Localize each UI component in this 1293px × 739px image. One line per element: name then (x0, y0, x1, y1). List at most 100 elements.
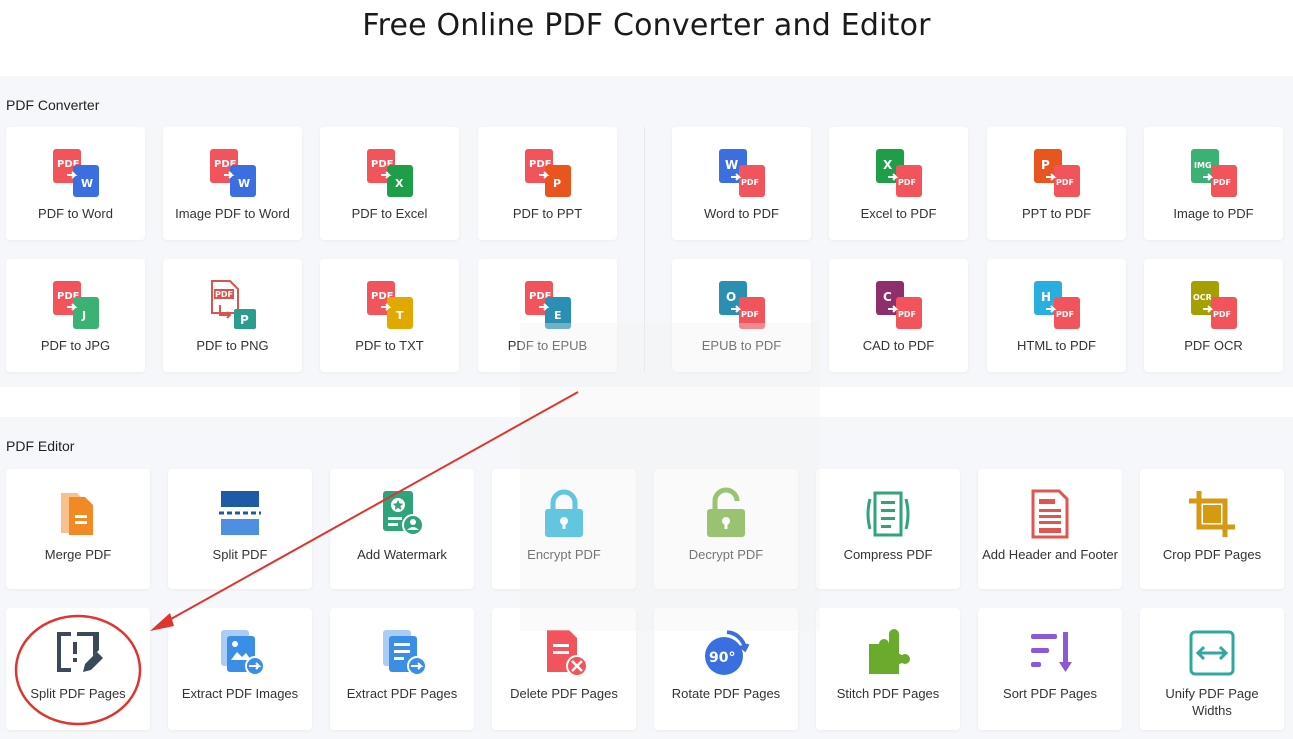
split-icon (213, 487, 267, 541)
card-epub-to-pdf[interactable]: O PDF EPUB to PDF (672, 259, 811, 372)
card-label: PDF to PNG (196, 338, 269, 353)
image-pdf-to-word-icon: PDF W (206, 147, 260, 201)
svg-text:H: H (1041, 290, 1051, 304)
image-to-pdf-icon: IMG PDF (1187, 147, 1241, 201)
svg-text:90°: 90° (709, 650, 735, 666)
card-split-pdf-pages[interactable]: Split PDF Pages (6, 608, 150, 730)
card-label: PDF to PPT (512, 206, 583, 221)
card-label: Merge PDF (44, 547, 112, 562)
crop-icon (1185, 487, 1239, 541)
card-pdf-to-png[interactable]: PDF P PDF to PNG (163, 259, 302, 372)
compress-icon (861, 487, 915, 541)
card-label: Delete PDF Pages (510, 686, 618, 701)
page-title: Free Online PDF Converter and Editor (362, 8, 931, 43)
svg-text:PDF: PDF (215, 290, 233, 299)
svg-text:PDF: PDF (1056, 310, 1074, 319)
card-ppt-to-pdf[interactable]: P PDF PPT to PDF (987, 127, 1126, 240)
card-sort-pdf-pages[interactable]: Sort PDF Pages (978, 608, 1122, 730)
card-extract-pdf-pages[interactable]: Extract PDF Pages (330, 608, 474, 730)
card-html-to-pdf[interactable]: H PDF HTML to PDF (987, 259, 1126, 372)
svg-text:P: P (1041, 158, 1050, 172)
card-stitch-pdf-pages[interactable]: Stitch PDF Pages (816, 608, 960, 730)
card-split-pdf[interactable]: Split PDF (168, 469, 312, 589)
card-image-pdf-to-word[interactable]: PDF W Image PDF to Word (163, 127, 302, 240)
pdf-to-ppt-icon: PDF P (521, 147, 575, 201)
converter-divider (644, 127, 645, 372)
card-label: Excel to PDF (860, 206, 937, 221)
svg-text:IMG: IMG (1194, 161, 1212, 170)
pdf-to-epub-icon: PDF E (521, 279, 575, 333)
card-excel-to-pdf[interactable]: X PDF Excel to PDF (829, 127, 968, 240)
svg-text:X: X (883, 158, 893, 172)
svg-text:PDF: PDF (898, 178, 916, 187)
svg-text:P: P (553, 177, 561, 190)
card-label: Extract PDF Pages (346, 686, 458, 701)
pdf-to-png-icon: PDF P (206, 279, 260, 333)
svg-text:PDF: PDF (741, 178, 759, 187)
card-label: Word to PDF (704, 206, 779, 221)
card-label: Rotate PDF Pages (671, 686, 781, 701)
svg-text:W: W (81, 177, 93, 190)
card-unify-pdf-page-widths[interactable]: Unify PDF Page Widths (1140, 608, 1284, 730)
sort-icon (1023, 626, 1077, 680)
card-image-to-pdf[interactable]: IMG PDF Image to PDF (1144, 127, 1283, 240)
card-label: PPT to PDF (1021, 206, 1092, 221)
card-pdf-to-epub[interactable]: PDF E PDF to EPUB (478, 259, 617, 372)
unlock-icon (699, 487, 753, 541)
svg-text:J: J (81, 309, 86, 322)
card-pdf-to-word[interactable]: PDF W PDF to Word (6, 127, 145, 240)
merge-icon (51, 487, 105, 541)
lock-icon (537, 487, 591, 541)
card-label: Split PDF (212, 547, 268, 562)
split-pages-icon (51, 626, 105, 680)
epub-to-pdf-icon: O PDF (715, 279, 769, 333)
card-label: Encrypt PDF (527, 547, 601, 562)
pdf-ocr-icon: OCR PDF (1187, 279, 1241, 333)
card-label: CAD to PDF (862, 338, 935, 353)
card-merge-pdf[interactable]: Merge PDF (6, 469, 150, 589)
delete-pages-icon (537, 626, 591, 680)
svg-text:C: C (883, 290, 892, 304)
card-pdf-to-jpg[interactable]: PDF J PDF to JPG (6, 259, 145, 372)
card-label: PDF OCR (1184, 338, 1243, 353)
watermark-icon (375, 487, 429, 541)
card-extract-pdf-images[interactable]: Extract PDF Images (168, 608, 312, 730)
card-label: Split PDF Pages (30, 686, 126, 701)
card-label: Image PDF to Word (175, 206, 290, 221)
card-label: HTML to PDF (1017, 338, 1096, 353)
pdf-to-jpg-icon: PDF J (49, 279, 103, 333)
card-delete-pdf-pages[interactable]: Delete PDF Pages (492, 608, 636, 730)
card-label: Unify PDF Page Widths (1165, 686, 1259, 718)
card-pdf-to-excel[interactable]: PDF X PDF to Excel (320, 127, 459, 240)
card-compress-pdf[interactable]: Compress PDF (816, 469, 960, 589)
card-rotate-pdf-pages[interactable]: 90° Rotate PDF Pages (654, 608, 798, 730)
svg-text:T: T (396, 309, 404, 322)
svg-text:O: O (726, 290, 736, 304)
svg-text:X: X (395, 177, 404, 190)
pdf-to-word-icon: PDF W (49, 147, 103, 201)
svg-text:P: P (240, 313, 249, 327)
svg-text:W: W (725, 158, 738, 172)
word-to-pdf-icon: W PDF (715, 147, 769, 201)
card-label: PDF to Word (38, 206, 113, 221)
puzzle-icon (861, 626, 915, 680)
svg-text:OCR: OCR (1193, 293, 1212, 302)
card-label: PDF to JPG (40, 338, 111, 353)
card-encrypt-pdf[interactable]: Encrypt PDF (492, 469, 636, 589)
card-pdf-ocr[interactable]: OCR PDF PDF OCR (1144, 259, 1283, 372)
card-add-header-footer[interactable]: Add Header and Footer (978, 469, 1122, 589)
card-pdf-to-txt[interactable]: PDF T PDF to TXT (320, 259, 459, 372)
card-pdf-to-ppt[interactable]: PDF P PDF to PPT (478, 127, 617, 240)
card-decrypt-pdf[interactable]: Decrypt PDF (654, 469, 798, 589)
svg-text:PDF: PDF (1213, 310, 1231, 319)
html-to-pdf-icon: H PDF (1030, 279, 1084, 333)
card-cad-to-pdf[interactable]: C PDF CAD to PDF (829, 259, 968, 372)
card-label: Image to PDF (1173, 206, 1254, 221)
card-add-watermark[interactable]: Add Watermark (330, 469, 474, 589)
card-crop-pdf-pages[interactable]: Crop PDF Pages (1140, 469, 1284, 589)
card-label: Decrypt PDF (688, 547, 764, 562)
card-label: Stitch PDF Pages (836, 686, 940, 701)
card-word-to-pdf[interactable]: W PDF Word to PDF (672, 127, 811, 240)
editor-section-label: PDF Editor (6, 438, 75, 454)
excel-to-pdf-icon: X PDF (872, 147, 926, 201)
